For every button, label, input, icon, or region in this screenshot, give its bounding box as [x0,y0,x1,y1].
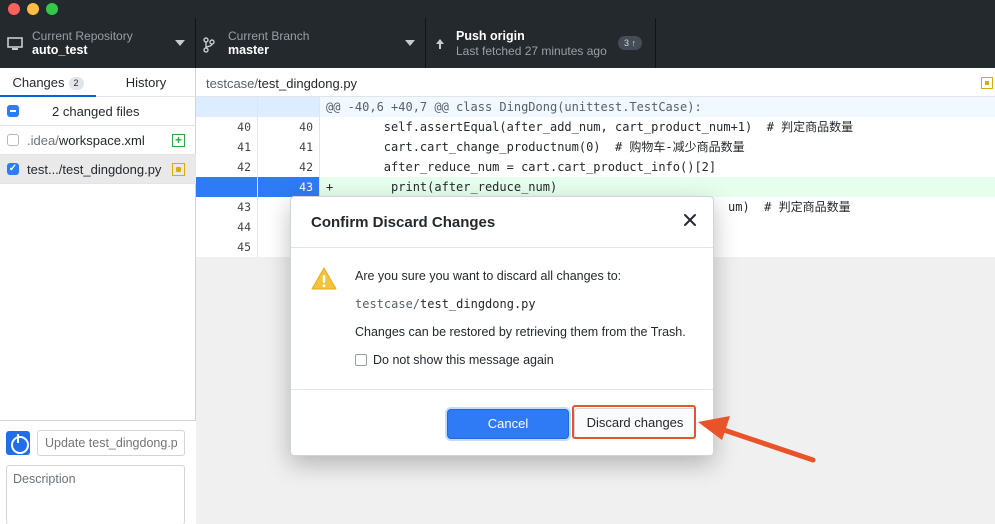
changed-files-header: 2 changed files [0,97,196,126]
close-window-button[interactable] [8,3,20,15]
hunk-header-row: @@ -40,6 +40,7 @@ class DingDong(unittes… [196,97,995,117]
diff-line[interactable]: 42 42 after_reduce_num = cart.cart_produ… [196,157,995,177]
chevron-down-icon [405,40,415,46]
commit-summary-input[interactable] [37,430,185,456]
repository-name: auto_test [32,43,88,57]
app-toolbar: Current Repository auto_test Current Bra… [0,0,995,68]
annotation-arrow-icon [698,416,816,463]
push-origin-button[interactable]: Push origin Last fetched 27 minutes ago … [426,18,656,68]
diff-file-header: testcase/test_dingdong.py [196,68,995,97]
minimize-window-button[interactable] [27,3,39,15]
tab-changes[interactable]: Changes 2 [0,68,96,97]
warning-icon [311,267,337,290]
tab-history[interactable]: History [96,68,196,97]
file-name: test_dingdong.py [62,162,162,177]
branch-icon [203,37,215,53]
line-number-old [196,177,258,197]
sidebar: Changes 2 History 2 changed files .idea/w… [0,68,196,524]
sidebar-tabs: Changes 2 History [0,68,196,97]
line-code: cart.cart_change_productnum(0) # 购物车-减少商… [326,140,745,154]
tab-changes-label: Changes [12,75,65,90]
diff-line[interactable]: 41 41 cart.cart_change_productnum(0) # 购… [196,137,995,157]
modified-status-icon [172,163,185,176]
diff-file-name: test_dingdong.py [258,76,358,91]
line-code: self.assertEqual(after_add_num, cart_pro… [326,120,854,134]
changes-count-badge: 2 [68,77,84,90]
line-number-new: 43 [258,177,320,197]
line-number-old: 44 [196,217,258,237]
file-dir: test.../ [27,162,63,177]
arrow-up-icon [436,39,444,49]
commits-ahead-badge: 3 ↑ [618,36,643,50]
diff-line[interactable]: 40 40 self.assertEqual(after_add_num, ca… [196,117,995,137]
diff-file-path: testcase/test_dingdong.py [206,76,357,91]
current-branch-selector[interactable]: Current Branch master [196,18,426,68]
diff-file-dir: testcase/ [206,76,259,91]
line-number-old: 45 [196,237,258,257]
line-number-new: 42 [258,157,320,177]
branch-title: Current Branch [228,29,310,43]
hunk-header-text: @@ -40,6 +40,7 @@ class DingDong(unittes… [326,100,702,114]
dialog-restore-note: Changes can be restored by retrieving th… [355,325,686,339]
dialog-file-name: test_dingdong.py [420,297,536,311]
line-number-new [258,97,320,117]
current-repository-selector[interactable]: Current Repository auto_test [0,18,196,68]
file-path: .idea/workspace.xml [27,133,145,148]
do-not-show-checkbox[interactable] [355,354,367,366]
avatar [6,431,30,455]
tab-history-label: History [125,75,167,90]
file-list-item[interactable]: ✓ test.../test_dingdong.py [0,155,196,184]
line-number-new: 41 [258,137,320,157]
file-checkbox[interactable]: ✓ [7,163,19,175]
close-icon[interactable] [681,211,699,229]
line-code: after_reduce_num = cart.cart_product_inf… [326,160,717,174]
line-code-text: print(after_reduce_num) [333,180,558,194]
line-code: + print(after_reduce_num) [320,177,995,197]
file-list-item[interactable]: .idea/workspace.xml + [0,126,196,155]
added-status-icon: + [172,134,185,147]
dialog-message: Are you sure you want to discard all cha… [355,269,622,283]
annotation-highlight-box [572,405,696,439]
line-number-old: 40 [196,117,258,137]
diff-line-added[interactable]: 43 + print(after_reduce_num) [196,177,995,197]
commit-description-field[interactable]: Description [6,465,185,524]
file-name: workspace.xml [58,133,145,148]
modified-status-icon [981,77,993,89]
dialog-title: Confirm Discard Changes [311,214,496,231]
file-path: test.../test_dingdong.py [27,162,161,177]
changed-files-count: 2 changed files [52,104,140,119]
line-number-new: 40 [258,117,320,137]
last-fetched-text: Last fetched 27 minutes ago [456,44,607,58]
line-number-old: 41 [196,137,258,157]
line-number-old: 43 [196,197,258,217]
dialog-file-dir: testcase/ [355,297,421,311]
monitor-icon [7,37,23,50]
do-not-show-label[interactable]: Do not show this message again [373,353,554,367]
file-checkbox[interactable] [7,134,19,146]
dialog-file-path: testcase/test_dingdong.py [355,297,536,311]
repository-title: Current Repository [32,29,133,43]
select-all-checkbox[interactable] [7,105,19,117]
line-number-old [196,97,258,117]
line-number-old: 42 [196,157,258,177]
dialog-header: Confirm Discard Changes [291,197,713,248]
commit-area: Description [0,420,196,524]
chevron-down-icon [175,40,185,46]
cancel-button[interactable]: Cancel [447,409,569,439]
zoom-window-button[interactable] [46,3,58,15]
file-dir: .idea/ [27,133,59,148]
push-title: Push origin [456,29,525,43]
branch-name: master [228,43,269,57]
